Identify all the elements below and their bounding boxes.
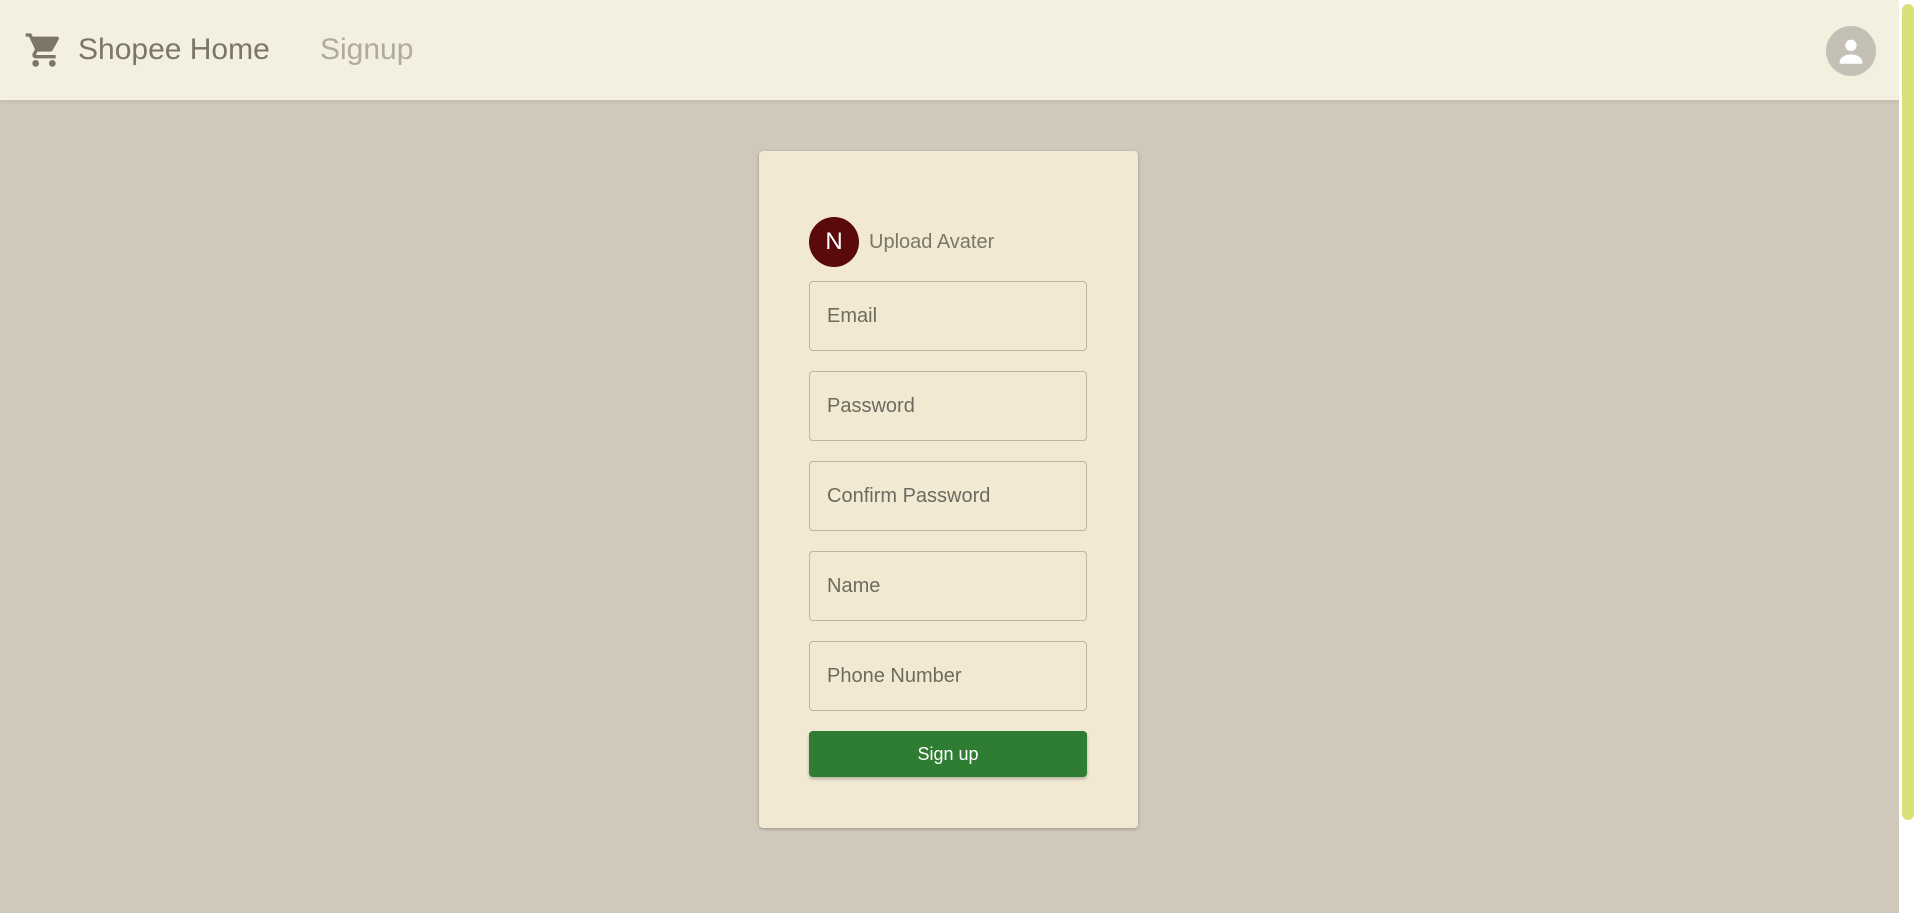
name-field-container <box>809 551 1087 621</box>
scrollbar-thumb[interactable] <box>1902 4 1914 820</box>
password-field-container <box>809 371 1087 441</box>
account-button[interactable] <box>1826 26 1876 76</box>
app-bar: Shopee Home Signup <box>0 0 1899 101</box>
phone-number-input[interactable] <box>810 642 1086 710</box>
account-circle-icon <box>1839 39 1863 64</box>
brand-label: Shopee Home <box>78 33 270 66</box>
confirm-password-field-container <box>809 461 1087 531</box>
phone-field-container <box>809 641 1087 711</box>
confirm-password-input[interactable] <box>810 462 1086 530</box>
email-field-container <box>809 281 1087 351</box>
name-input[interactable] <box>810 552 1086 620</box>
shopping-cart-icon <box>25 33 60 67</box>
upload-avatar-label: Upload Avater <box>869 230 995 253</box>
password-input[interactable] <box>810 372 1086 440</box>
avatar-preview: N <box>809 217 859 267</box>
home-link[interactable]: Shopee Home <box>24 28 270 72</box>
nav-signup-link[interactable]: Signup <box>320 28 413 72</box>
email-input[interactable] <box>810 282 1086 350</box>
scrollbar[interactable] <box>1899 0 1914 913</box>
upload-avatar-button[interactable]: N Upload Avater <box>809 217 994 267</box>
sign-up-button[interactable]: Sign up <box>809 731 1087 777</box>
signup-card: N Upload Avater Sign up <box>759 151 1138 828</box>
